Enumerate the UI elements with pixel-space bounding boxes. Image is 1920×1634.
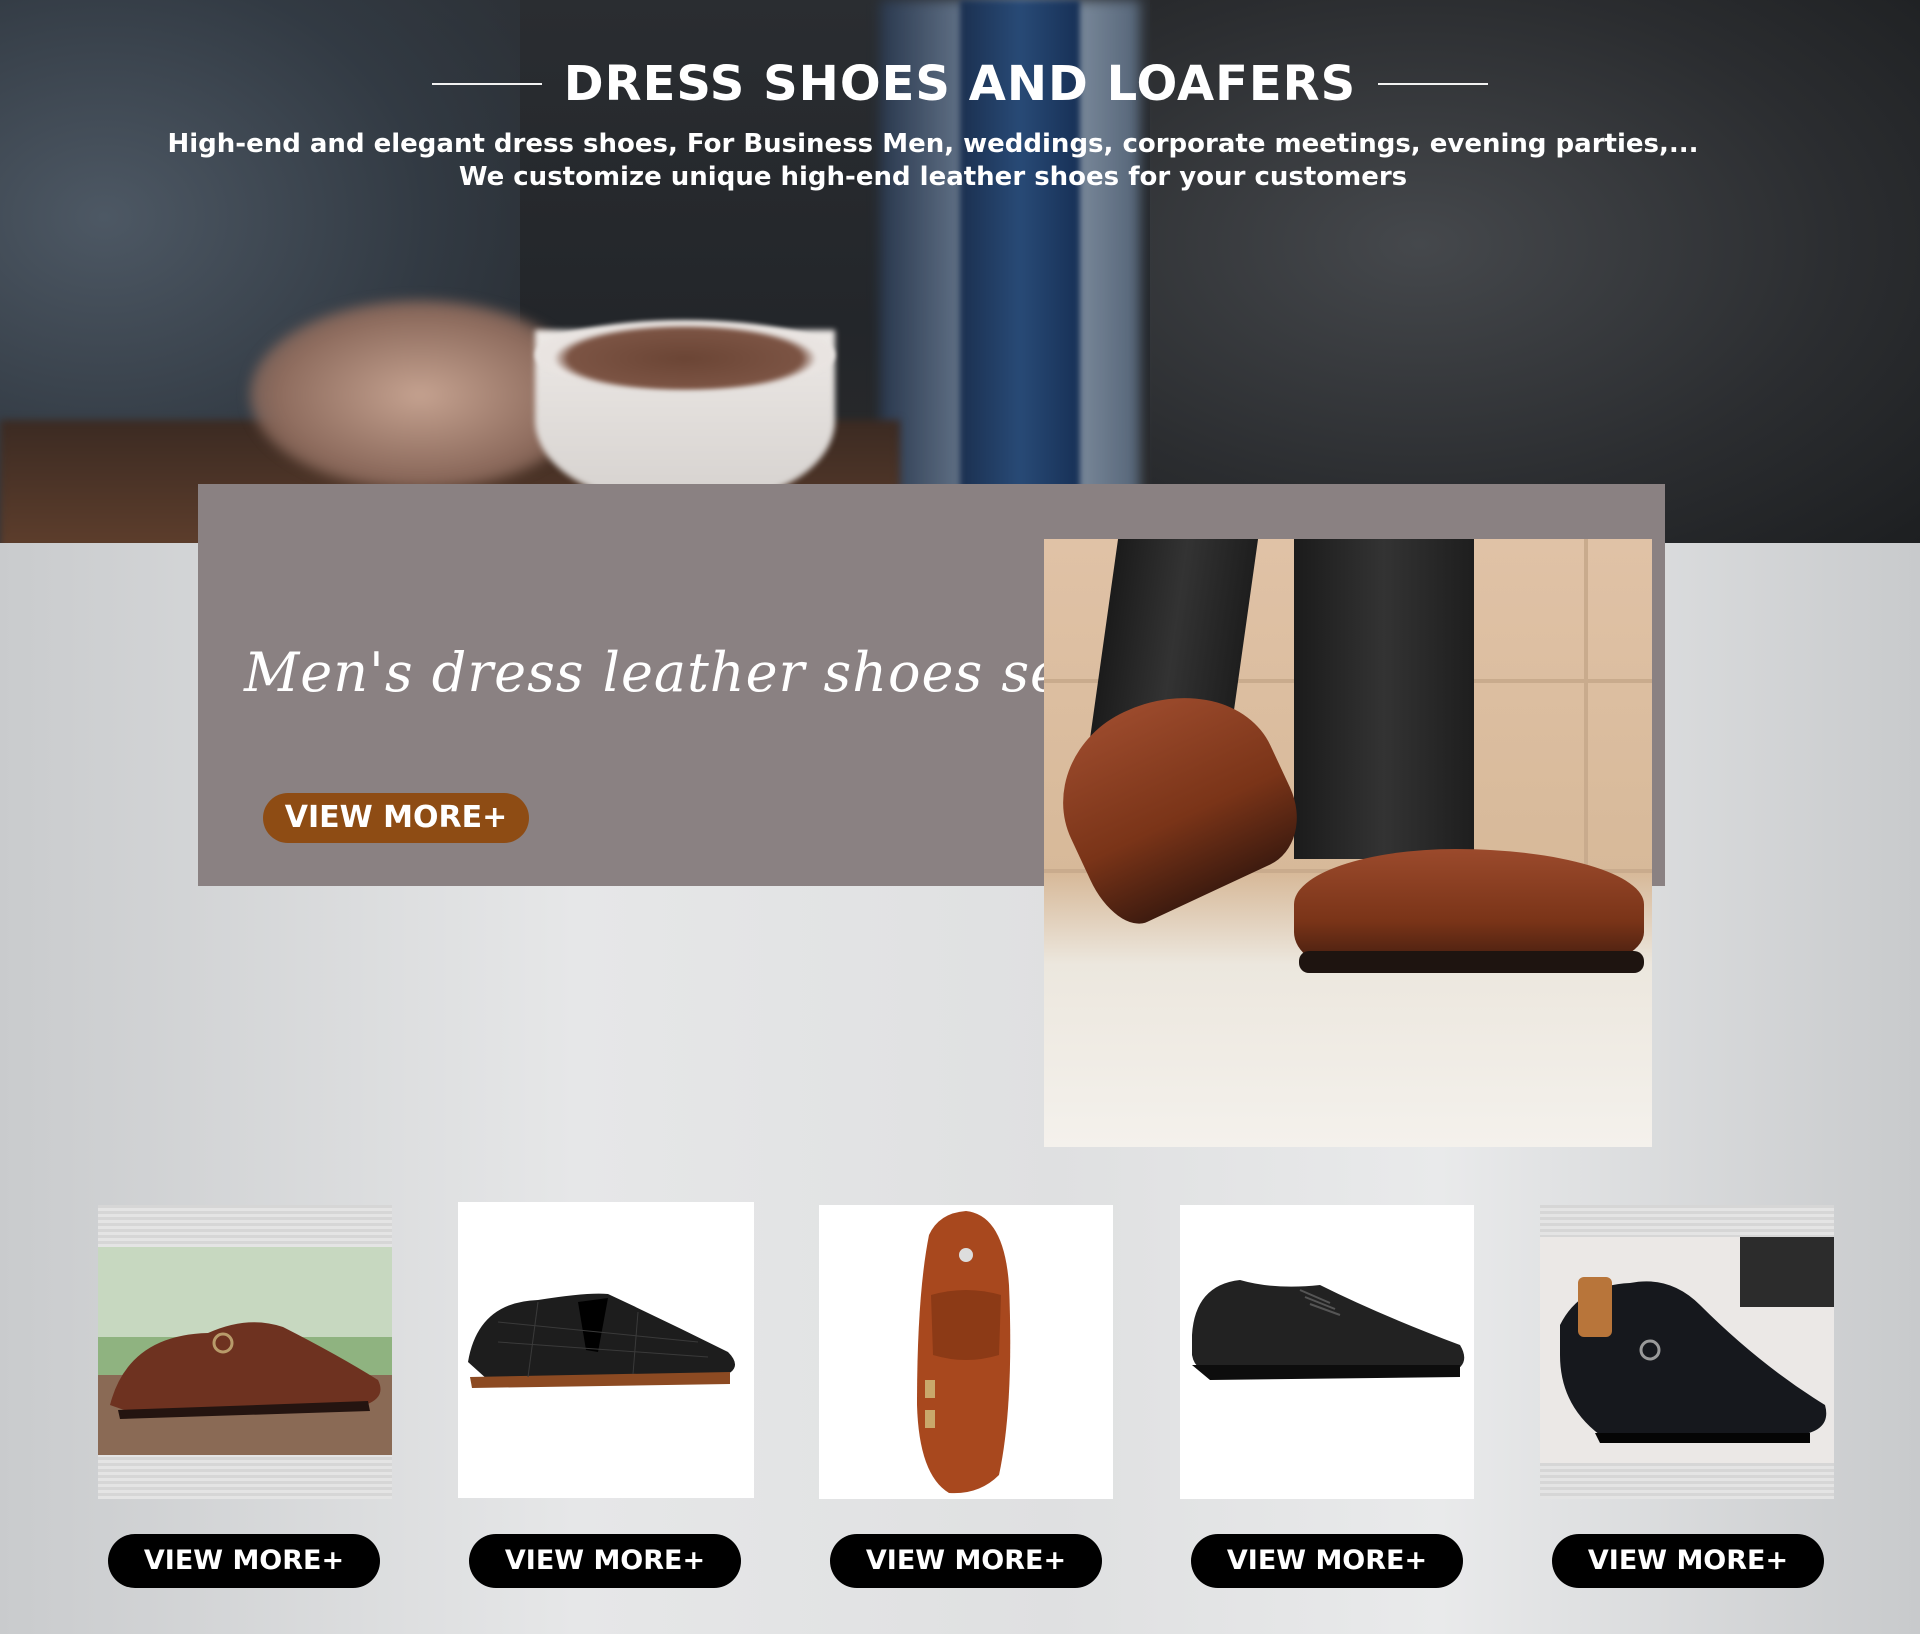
brown-monk-strap-loafer-icon xyxy=(98,1247,392,1455)
feature-title: Men's dress leather shoes series xyxy=(244,641,1170,704)
hero-subtitle-line-2: We customize unique high-end leather sho… xyxy=(458,162,1408,192)
product-card-image-1[interactable] xyxy=(98,1205,392,1499)
hero-subtitle-line-1: High-end and elegant dress shoes, For Bu… xyxy=(167,129,1699,159)
black-monk-strap-loafer-icon xyxy=(1540,1237,1834,1463)
page-title: DRESS SHOES AND LOAFERS xyxy=(563,56,1357,112)
title-divider-right xyxy=(1378,83,1489,85)
product-card-image-2[interactable] xyxy=(458,1202,754,1498)
product-view-more-button-5[interactable]: VIEW MORE+ xyxy=(1552,1534,1824,1588)
black-croc-tassel-loafer-icon xyxy=(468,1293,736,1388)
hero-subtitle: High-end and elegant dress shoes, For Bu… xyxy=(0,128,1866,194)
product-view-more-button-3[interactable]: VIEW MORE+ xyxy=(830,1534,1102,1588)
coffee-cup-top xyxy=(535,320,835,390)
shoe-left xyxy=(1044,661,1316,937)
title-divider-left xyxy=(431,83,542,85)
hero-title-row: DRESS SHOES AND LOAFERS xyxy=(0,52,1920,116)
product-card-image-3[interactable] xyxy=(819,1205,1113,1499)
feature-shoes-photo xyxy=(1044,539,1652,1147)
product-card-image-4[interactable] xyxy=(1180,1205,1474,1499)
black-oxford-shoe-icon xyxy=(1192,1280,1465,1380)
hero-banner: DRESS SHOES AND LOAFERS High-end and ele… xyxy=(0,0,1920,543)
tan-double-monk-loafer-icon xyxy=(917,1211,1011,1494)
trouser-right xyxy=(1294,539,1474,859)
wall-tile-line xyxy=(1584,539,1588,899)
product-view-more-button-2[interactable]: VIEW MORE+ xyxy=(469,1534,741,1588)
feature-view-more-button[interactable]: VIEW MORE+ xyxy=(263,793,529,843)
product-card-image-5[interactable] xyxy=(1540,1205,1834,1499)
shoe-sole xyxy=(1299,951,1644,973)
product-view-more-button-1[interactable]: VIEW MORE+ xyxy=(108,1534,380,1588)
product-view-more-button-4[interactable]: VIEW MORE+ xyxy=(1191,1534,1463,1588)
